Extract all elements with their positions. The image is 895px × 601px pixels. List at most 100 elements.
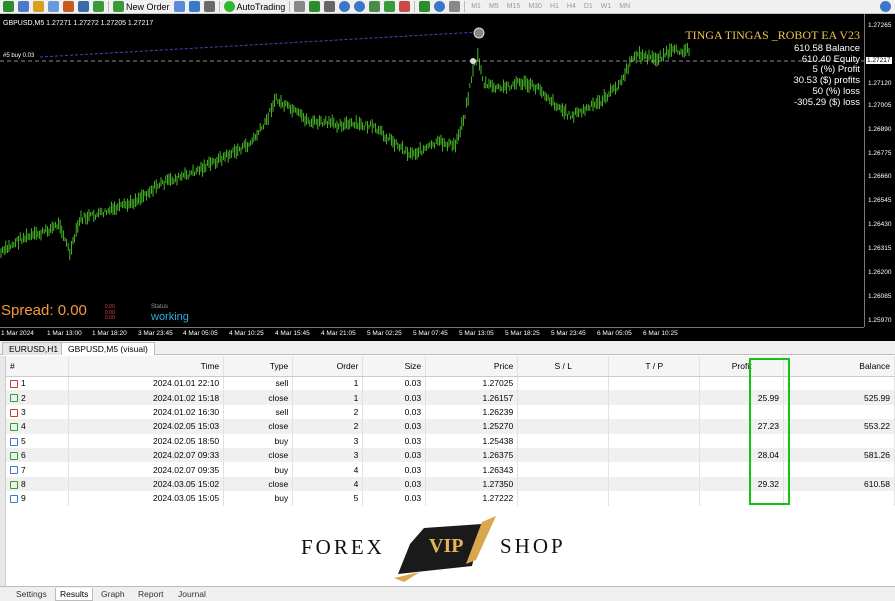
timeframe-m1[interactable]: M1 [469, 3, 483, 10]
price-chart[interactable]: GBPUSD,M5 1.27271 1.27272 1.27205 1.2721… [0, 14, 895, 341]
timeframe-h1[interactable]: H1 [548, 3, 561, 10]
navigator-icon[interactable] [63, 1, 74, 12]
trade-connector-line [39, 31, 479, 58]
logo-text-vip: VIP [429, 535, 464, 557]
tab-graph[interactable]: Graph [97, 588, 129, 601]
cell-number: 6 [6, 447, 70, 463]
results-table-container[interactable]: # Time Type Order Size Price S / L T / P… [6, 356, 895, 509]
cell-tp [608, 447, 701, 463]
toolbar-separator [108, 1, 109, 12]
table-row[interactable]: 4 2024.02.05 15:03 close 2 0.03 1.25270 27.23 5… [6, 419, 895, 434]
line-chart-icon[interactable] [324, 1, 336, 12]
toolbar-separator [464, 1, 466, 12]
cell-time: 2024.02.07 09:35 [68, 462, 225, 477]
templates-icon[interactable] [449, 1, 461, 12]
col-header-size[interactable]: Size [362, 356, 427, 377]
price-label: 1.26085 [868, 293, 892, 300]
timeframe-d1[interactable]: D1 [582, 3, 595, 10]
cell-tp [608, 462, 701, 477]
autotrading-button[interactable]: AutoTrading [223, 1, 285, 12]
metaeditor-icon[interactable] [173, 1, 185, 12]
cell-profit [699, 462, 785, 477]
zoom-in-icon[interactable] [339, 1, 351, 12]
cell-order: 2 [292, 419, 364, 434]
data-window-icon[interactable] [48, 1, 59, 12]
table-row[interactable]: 3 2024.01.02 16:30 sell 2 0.03 1.26239 [6, 404, 895, 420]
timeframe-h4[interactable]: H4 [565, 3, 578, 10]
chart-shift-icon[interactable] [399, 1, 411, 12]
spread-label: Spread: 0.00 [1, 302, 87, 319]
cell-type: close [223, 419, 294, 434]
col-header-time[interactable]: Time [68, 356, 225, 377]
cell-number: 7 [6, 462, 70, 477]
tab-eurusd-h1[interactable]: EURUSD,H1 [2, 342, 66, 355]
buy-deal-icon [10, 437, 18, 446]
cell-time: 2024.01.01 22:10 [68, 376, 225, 391]
tab-journal[interactable]: Journal [174, 588, 210, 601]
table-row[interactable]: 9 2024.03.05 15:05 buy 5 0.03 1.27222 [6, 491, 895, 506]
col-header-balance[interactable]: Balance [783, 356, 895, 377]
cell-size: 0.03 [362, 476, 427, 492]
table-row[interactable]: 5 2024.02.05 18:50 buy 3 0.03 1.25438 [6, 433, 895, 448]
zoom-out-icon[interactable] [354, 1, 366, 12]
cell-number: 2 [6, 390, 70, 405]
new-order-button[interactable]: New Order [113, 1, 170, 12]
auto-scroll-icon[interactable] [384, 1, 396, 12]
close-deal-icon [10, 423, 18, 432]
cell-profit: 25.99 [699, 390, 785, 405]
tab-gbpusd-m5-visual[interactable]: GBPUSD,M5 (visual) [61, 342, 155, 355]
market-watch-icon[interactable] [33, 1, 44, 12]
chart-symbol-info: GBPUSD,M5 1.27271 1.27272 1.27205 1.2721… [3, 20, 154, 27]
new-chart-icon[interactable] [3, 1, 14, 12]
table-row[interactable]: 8 2024.03.05 15:02 close 4 0.03 1.27350 29.32 6… [6, 476, 895, 492]
tab-report[interactable]: Report [134, 588, 168, 601]
col-header-tp[interactable]: T / P [608, 356, 701, 377]
timeframe-mn[interactable]: MN [617, 3, 632, 10]
table-row[interactable]: 7 2024.02.07 09:35 buy 4 0.03 1.26343 [6, 462, 895, 477]
col-header-sl[interactable]: S / L [517, 356, 610, 377]
price-label: 1.27005 [868, 102, 892, 109]
col-header-profit[interactable]: Profit [699, 356, 785, 377]
cell-price: 1.25438 [425, 433, 519, 448]
table-row[interactable]: 1 2024.01.01 22:10 sell 1 0.03 1.27025 [6, 376, 895, 391]
time-label: 4 Mar 21:05 [321, 330, 356, 337]
time-label: 1 Mar 2024 [1, 330, 34, 337]
profiles-icon[interactable] [18, 1, 29, 12]
table-row[interactable]: 6 2024.02.07 09:33 close 3 0.03 1.26375 28.04 5… [6, 447, 895, 463]
table-row[interactable]: 2 2024.01.02 15:18 close 1 0.03 1.26157 25.99 5… [6, 390, 895, 405]
col-header-type[interactable]: Type [223, 356, 294, 377]
timeframe-w1[interactable]: W1 [599, 3, 614, 10]
cell-size: 0.03 [362, 447, 427, 463]
candlestick-icon[interactable] [309, 1, 321, 12]
col-header-price[interactable]: Price [425, 356, 519, 377]
results-table: # Time Type Order Size Price S / L T / P… [6, 356, 895, 506]
cell-number: 4 [6, 419, 70, 434]
periods-icon[interactable] [434, 1, 446, 12]
col-header-number[interactable]: # [6, 356, 70, 377]
col-header-order[interactable]: Order [292, 356, 364, 377]
tile-windows-icon[interactable] [369, 1, 381, 12]
status-value: working [151, 311, 189, 323]
time-label: 6 Mar 05:05 [597, 330, 632, 337]
bar-chart-icon[interactable] [294, 1, 306, 12]
timeframe-m15[interactable]: M15 [505, 3, 523, 10]
indicators-icon[interactable] [419, 1, 431, 12]
tab-settings[interactable]: Settings [12, 588, 51, 601]
cell-profit [699, 404, 785, 420]
search-icon[interactable] [880, 1, 891, 12]
tab-results[interactable]: Results [55, 588, 94, 601]
terminal-icon[interactable] [78, 1, 89, 12]
cell-order: 5 [292, 491, 364, 506]
candlestick-series [0, 27, 864, 261]
cell-number: 5 [6, 433, 70, 448]
timeframe-m30[interactable]: M30 [526, 3, 544, 10]
strategy-tester-icon[interactable] [93, 1, 104, 12]
cell-balance: 525.99 [783, 390, 895, 405]
cell-price: 1.26239 [425, 404, 519, 420]
cell-sl [517, 433, 610, 448]
signals-icon[interactable] [188, 1, 200, 12]
timeframe-m5[interactable]: M5 [487, 3, 501, 10]
close-deal-icon [10, 451, 18, 460]
market-icon[interactable] [203, 1, 215, 12]
cell-time: 2024.01.02 15:18 [68, 390, 225, 405]
